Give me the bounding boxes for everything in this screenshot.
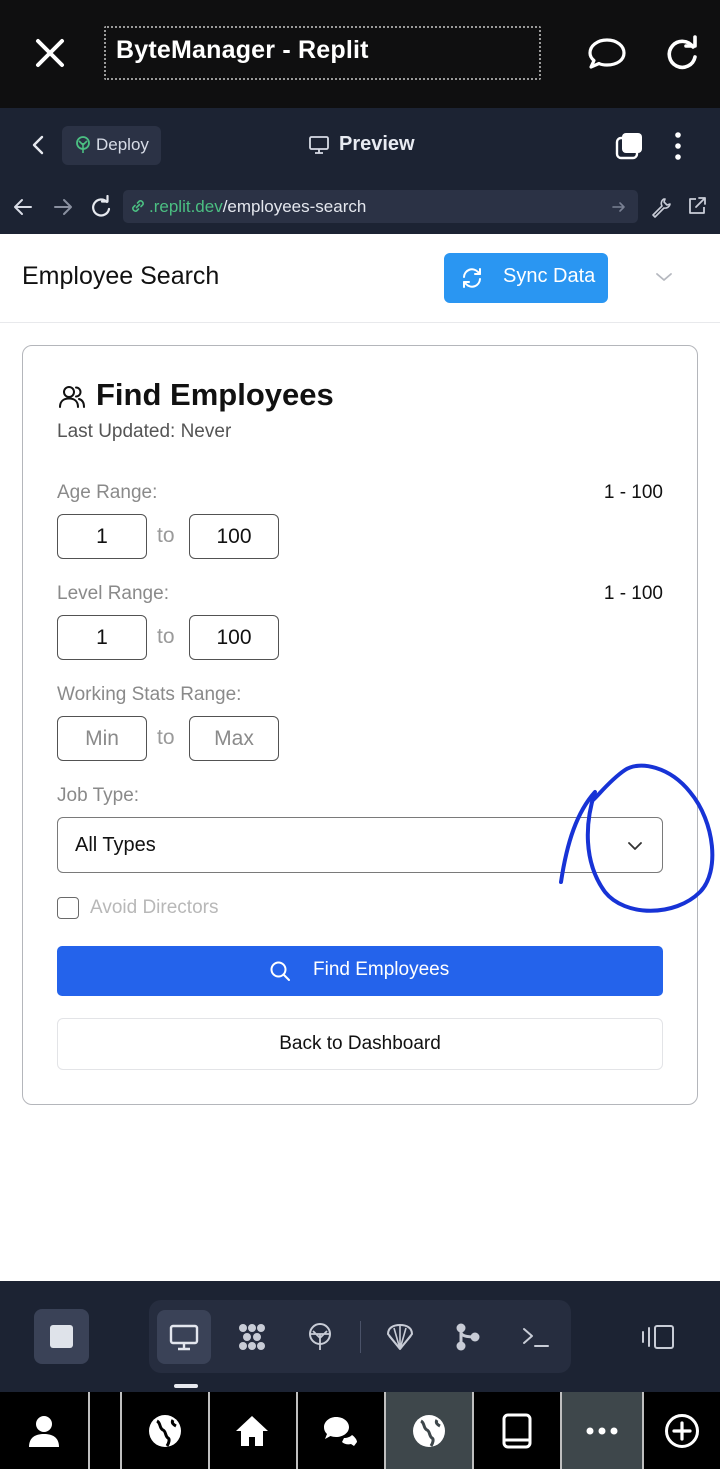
deploy-button[interactable]: Deploy <box>62 126 161 165</box>
level-to-label: to <box>157 625 175 648</box>
shell-icon[interactable] <box>373 1310 427 1364</box>
arrow-left-icon[interactable] <box>12 196 34 218</box>
level-max-input[interactable]: 100 <box>189 615 279 660</box>
preview-tab-label[interactable]: Preview <box>339 133 415 156</box>
annotation-circle <box>555 762 717 918</box>
sync-icon <box>460 266 484 290</box>
working-max-input[interactable]: Max <box>189 716 279 761</box>
sync-data-button[interactable]: Sync Data <box>444 253 608 303</box>
page-title: Employee Search <box>22 262 220 290</box>
replit-header: Deploy Preview .replit.dev/employees-sea… <box>0 108 720 234</box>
system-navigation-bar <box>0 1392 720 1469</box>
chat-bubble-icon[interactable] <box>586 34 628 74</box>
browser-top-bar: ByteManager - Replit <box>0 0 720 108</box>
users-icon <box>58 383 86 411</box>
search-icon <box>269 960 291 982</box>
go-arrow-icon[interactable] <box>611 199 627 215</box>
replit-toolbar <box>0 1281 720 1392</box>
working-stats-label: Working Stats Range: <box>57 684 242 705</box>
globe-icon[interactable] <box>122 1392 208 1469</box>
job-type-selected: All Types <box>75 834 156 856</box>
chevron-down-icon[interactable] <box>655 270 673 284</box>
monitor-icon <box>308 135 330 155</box>
active-tab-indicator <box>174 1384 198 1388</box>
age-min-input[interactable]: 1 <box>57 514 147 559</box>
avoid-directors-checkbox[interactable] <box>57 897 79 919</box>
sync-data-label: Sync Data <box>503 265 596 287</box>
home-icon[interactable] <box>210 1392 296 1469</box>
url-text: .replit.dev/employees-search <box>149 197 366 217</box>
last-updated-text: Last Updated: Never <box>57 421 232 442</box>
deploy-label: Deploy <box>96 135 149 154</box>
back-chevron-icon[interactable] <box>28 134 50 156</box>
working-min-input[interactable]: Min <box>57 716 147 761</box>
working-to-label: to <box>157 726 175 749</box>
age-range-value: 1 - 100 <box>603 482 663 503</box>
close-icon[interactable] <box>30 33 70 73</box>
app-header: Employee Search Sync Data <box>0 234 720 323</box>
deploy-icon <box>74 136 92 154</box>
avoid-directors-label: Avoid Directors <box>90 897 219 918</box>
back-to-dashboard-button[interactable]: Back to Dashboard <box>57 1018 663 1070</box>
link-icon <box>129 197 147 215</box>
age-range-label: Age Range: <box>57 482 158 503</box>
reload-icon[interactable] <box>662 34 702 74</box>
more-vertical-icon[interactable] <box>668 130 688 162</box>
modules-icon[interactable] <box>225 1310 279 1364</box>
age-to-label: to <box>157 524 175 547</box>
level-range-value: 1 - 100 <box>603 583 663 604</box>
url-bar[interactable]: .replit.dev/employees-search <box>123 190 638 223</box>
stop-icon <box>50 1325 73 1348</box>
find-employees-button[interactable]: Find Employees <box>57 946 663 996</box>
level-range-label: Level Range: <box>57 583 169 604</box>
nav-divider <box>88 1392 90 1469</box>
tablet-icon[interactable] <box>474 1392 560 1469</box>
find-employees-label: Find Employees <box>313 959 450 980</box>
chat-icon[interactable] <box>298 1392 384 1469</box>
stop-button[interactable] <box>34 1309 89 1364</box>
monitor-icon[interactable] <box>157 1310 211 1364</box>
git-icon[interactable] <box>441 1310 495 1364</box>
job-type-label: Job Type: <box>57 785 140 806</box>
deploy-icon[interactable] <box>293 1310 347 1364</box>
refresh-icon[interactable] <box>90 195 112 219</box>
external-link-icon[interactable] <box>686 195 708 217</box>
arrow-right-icon[interactable] <box>52 196 74 218</box>
panels-icon[interactable] <box>640 1323 676 1351</box>
url-domain: .replit.dev <box>149 197 223 216</box>
toolbar-divider <box>360 1321 361 1353</box>
person-icon[interactable] <box>0 1392 88 1469</box>
tool-group <box>149 1300 571 1373</box>
wrench-icon[interactable] <box>650 196 672 218</box>
url-path: /employees-search <box>222 197 367 216</box>
card-title: Find Employees <box>96 377 334 412</box>
globe-icon[interactable] <box>386 1392 472 1469</box>
tabs-icon[interactable] <box>614 131 644 161</box>
browser-title[interactable]: ByteManager - Replit <box>116 36 369 65</box>
console-icon[interactable] <box>509 1310 563 1364</box>
more-icon[interactable] <box>562 1392 642 1469</box>
add-icon[interactable] <box>644 1392 720 1469</box>
level-min-input[interactable]: 1 <box>57 615 147 660</box>
age-max-input[interactable]: 100 <box>189 514 279 559</box>
